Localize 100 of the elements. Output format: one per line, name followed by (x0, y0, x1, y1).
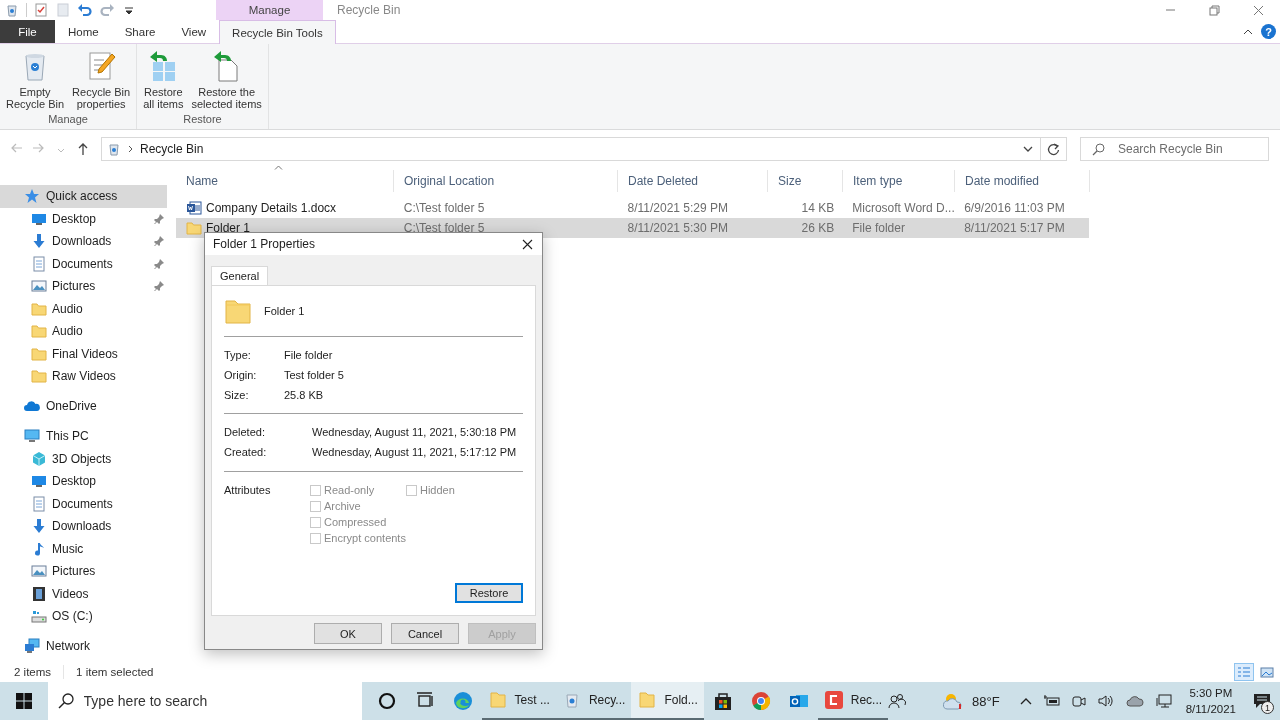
checklist-icon[interactable] (33, 2, 49, 18)
property-label: Origin: (224, 369, 258, 381)
column-header[interactable]: Date modified (955, 170, 1090, 192)
cube-icon (31, 450, 47, 467)
nav-pane-item[interactable]: This PC (0, 425, 167, 448)
column-header[interactable]: Date Deleted (618, 170, 768, 192)
property-value: File folder (284, 349, 334, 361)
table-cell-text: 26 KB (800, 221, 836, 235)
folder-icon (31, 368, 47, 385)
nav-pane-item[interactable]: OneDrive (0, 395, 167, 418)
ribbon-button[interactable]: Restore the selected items (189, 50, 264, 113)
view-toggle-button[interactable] (1234, 663, 1254, 681)
table-cell-text: C:\Test folder 5 (402, 201, 486, 215)
property-label: Deleted: (224, 426, 266, 438)
nav-pane-item[interactable]: 3D Objects (0, 447, 167, 470)
bin-icon[interactable] (4, 2, 20, 18)
taskbar-button[interactable]: Test ... (481, 682, 556, 720)
nav-pane-item[interactable]: Desktop (0, 470, 167, 493)
nav-pane-item[interactable]: Videos (0, 582, 167, 605)
nav-pane-item[interactable]: Quick access (0, 185, 167, 208)
property-value: Test folder 5 (284, 369, 345, 381)
column-header[interactable]: Original Location (394, 170, 618, 192)
chrome-icon (750, 691, 771, 711)
weather-icon[interactable] (942, 691, 965, 711)
column-header[interactable]: Item type (843, 170, 955, 192)
people-icon[interactable] (888, 693, 907, 709)
c-logo-icon (823, 690, 844, 710)
ribbon-button[interactable]: Empty Recycle Bin (4, 50, 67, 113)
file-name[interactable]: Company Details 1.docx (176, 200, 394, 216)
ribbon-tab[interactable]: Share (111, 20, 169, 43)
nav-pane-item[interactable]: Pictures (0, 560, 167, 583)
nav-pane-item[interactable]: Documents (0, 252, 167, 275)
address-bar[interactable]: Recycle Bin (101, 137, 1041, 161)
chevron-up-icon (1243, 28, 1253, 35)
property-value: Wednesday, August 11, 2021, 5:17:12 PM (312, 446, 518, 458)
windows-logo-icon (15, 693, 32, 709)
table-cell-text: C:\Test folder 5 (402, 221, 486, 235)
ribbon-tab[interactable]: Recycle Bin Tools (219, 20, 336, 44)
taskbar-clock[interactable]: 5:30 PM 8/11/2021 (1177, 685, 1244, 717)
undo-icon[interactable] (77, 2, 93, 18)
close-icon (521, 238, 533, 250)
item-name: Folder 1 (264, 305, 305, 317)
nav-pane-item[interactable]: Final Videos (0, 342, 167, 365)
notifications-button[interactable]: 1 (1244, 682, 1280, 720)
nav-pane-item[interactable]: Audio (0, 320, 167, 343)
monitor-icon (31, 473, 47, 490)
folder-icon (31, 323, 47, 340)
nav-pane-item[interactable]: OS (C:) (0, 605, 167, 628)
restore-window-icon (1208, 4, 1220, 16)
nav-pane-item[interactable]: Network (0, 635, 167, 658)
nav-pane-item[interactable]: Audio (0, 297, 167, 320)
property-value: Wednesday, August 11, 2021, 5:30:18 PM (312, 426, 518, 438)
ribbon-button[interactable]: Recycle Bin properties (70, 50, 133, 113)
search-icon (1092, 143, 1105, 156)
computer-icon (24, 428, 40, 445)
dialog-button[interactable]: Cancel (391, 623, 459, 644)
context-tab-label: Manage (216, 0, 323, 20)
ribbon-tab[interactable]: Home (55, 20, 112, 43)
ribbon-tab[interactable]: View (168, 20, 220, 43)
table-cell-text: Microsoft Word D... (851, 201, 955, 215)
nav-pane-item[interactable]: Downloads (0, 230, 167, 253)
group-label: Restore (182, 113, 223, 127)
nav-pane-item[interactable]: Pictures (0, 275, 167, 298)
property-label: Type: (224, 349, 252, 361)
nav-pane-item[interactable]: Music (0, 537, 167, 560)
folder-icon (31, 345, 47, 362)
ribbon-button[interactable]: Restore all items (141, 50, 186, 113)
taskbar-search-field[interactable]: Type here to search (47, 682, 362, 720)
large-icons-view-icon (1260, 666, 1274, 678)
word-document-icon (186, 200, 202, 216)
dialog-button[interactable]: OK (314, 623, 382, 644)
column-header[interactable]: Size (768, 170, 843, 192)
star-icon (24, 188, 40, 205)
dialog-tab[interactable]: General (211, 266, 269, 285)
weather-temperature[interactable]: 88°F (972, 693, 1000, 709)
nav-pane-item[interactable]: Raw Videos (0, 365, 167, 388)
down-arrow-icon (31, 233, 47, 250)
nav-pane-item[interactable]: Documents (0, 492, 167, 515)
table-cell-text: File folder (851, 221, 906, 235)
nav-pane-item[interactable]: Downloads (0, 515, 167, 538)
taskbar-button[interactable]: Rec... (817, 682, 889, 720)
nav-pane-item[interactable]: Desktop (0, 207, 167, 230)
picture-icon (31, 278, 47, 295)
file-menu-tab[interactable]: File (0, 20, 55, 43)
restore-button[interactable]: Restore (455, 583, 523, 603)
close-icon (1252, 4, 1264, 16)
redo-icon[interactable] (99, 2, 115, 18)
down-arrow-icon (31, 518, 47, 535)
property-value: 25.8 KB (284, 389, 325, 401)
folder-icon (31, 300, 47, 317)
refresh-button[interactable] (1041, 137, 1067, 161)
help-button[interactable]: ? (1261, 24, 1276, 39)
drive-icon (31, 608, 47, 625)
column-header[interactable]: Name (176, 170, 394, 192)
caret-icon (1023, 146, 1033, 152)
folder-icon (224, 297, 252, 325)
taskbar-button[interactable]: Fold... (631, 682, 704, 720)
search-icon (57, 693, 74, 709)
search-field[interactable]: Search Recycle Bin (1080, 137, 1269, 161)
file-name[interactable]: Folder 1 (176, 220, 394, 236)
